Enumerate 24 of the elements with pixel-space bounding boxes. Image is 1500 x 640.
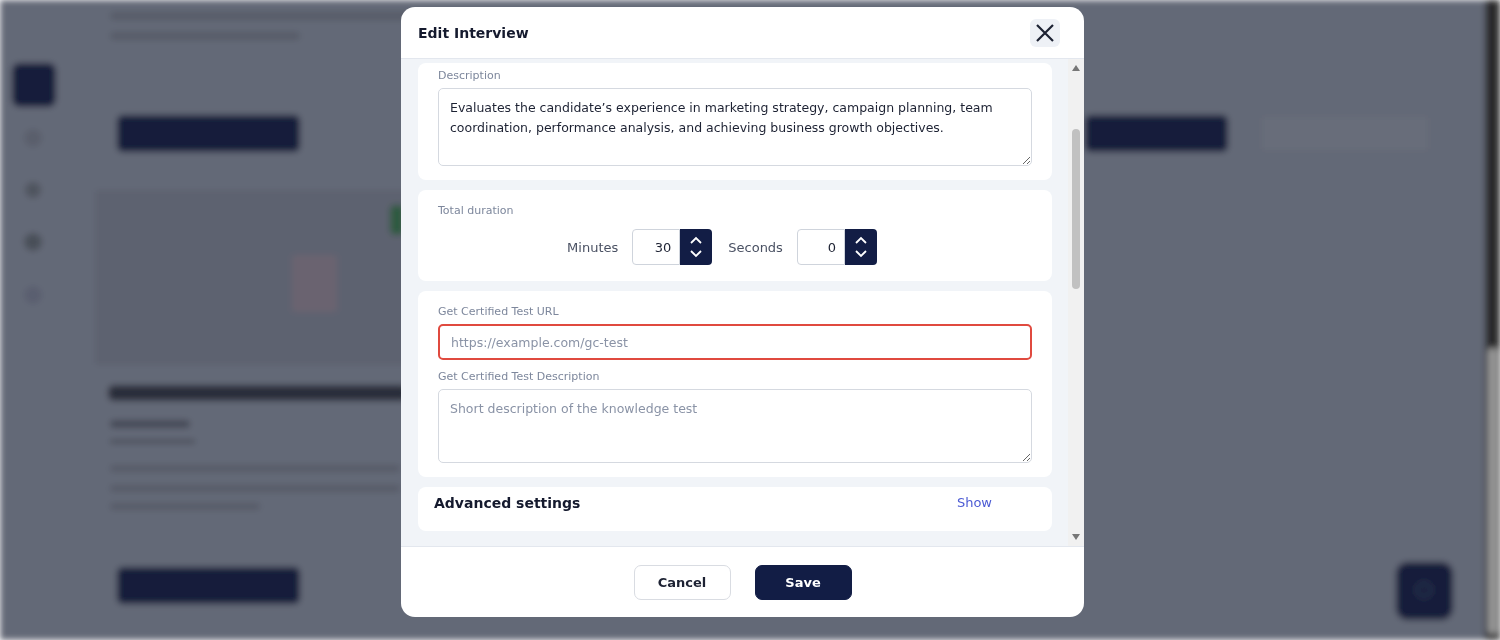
field-label: Get Certified Test Description <box>438 370 601 383</box>
close-button[interactable] <box>1030 18 1060 47</box>
text-area[interactable]: Short description of the knowledge test <box>438 389 1032 463</box>
dialog-title: Edit Interview <box>418 24 529 41</box>
close-icon <box>1035 22 1055 43</box>
field-label: Get Certified Test URL <box>438 305 560 318</box>
field-label: Description <box>438 69 502 82</box>
scroll-up-icon[interactable] <box>1071 64 1081 72</box>
section-title: Advanced settings <box>434 495 581 511</box>
chevron-down-icon <box>854 250 867 258</box>
scrollbar[interactable] <box>1068 59 1084 546</box>
save-button[interactable]: Save <box>754 564 852 600</box>
chevron-up-icon <box>690 236 703 244</box>
text-area[interactable]: Evaluates the candidate’s experience in marketing strategy, campaign planning, team coordination, performance analysis, and achieving business growth objectives. <box>438 88 1032 166</box>
show-link[interactable]: Show <box>956 495 992 511</box>
field-label: Total duration <box>438 204 515 217</box>
scrollbar-thumb[interactable] <box>1072 129 1080 289</box>
scroll-down-icon[interactable] <box>1071 533 1081 541</box>
duration-label: Minutes <box>567 239 619 255</box>
duration-label: Seconds <box>728 239 783 255</box>
cancel-button[interactable]: Cancel <box>633 564 731 600</box>
chevron-down-icon <box>690 250 703 258</box>
chevron-up-icon <box>854 236 867 244</box>
input-field[interactable]: https://example.com/gc-test <box>438 324 1032 360</box>
